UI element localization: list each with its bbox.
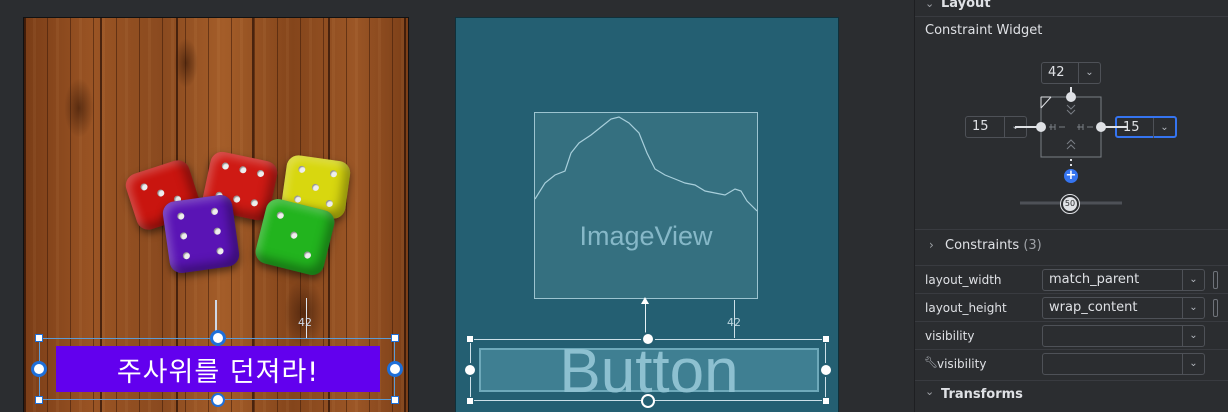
image-placeholder-icon bbox=[534, 116, 758, 212]
transforms-section-title[interactable]: Transforms bbox=[941, 387, 1023, 402]
chevron-down-icon[interactable]: ⌄ bbox=[1182, 326, 1204, 346]
top-anchor[interactable] bbox=[210, 330, 226, 346]
chevron-down-icon[interactable]: ⌄ bbox=[1078, 63, 1100, 83]
property-row-visibility: visibility ⌄ bbox=[915, 321, 1228, 349]
right-anchor[interactable] bbox=[387, 361, 403, 377]
bias-slider-thumb[interactable]: 50 bbox=[1060, 194, 1080, 214]
property-label: layout_width bbox=[925, 273, 1002, 287]
resource-picker-button[interactable] bbox=[1213, 271, 1218, 289]
wrench-icon: 🔧︎ bbox=[924, 356, 938, 369]
resize-handle-bl[interactable] bbox=[35, 396, 43, 404]
top-anchor[interactable] bbox=[641, 332, 655, 346]
constraint-widget-diagram bbox=[1015, 87, 1127, 205]
resize-handle-tr[interactable] bbox=[391, 334, 399, 342]
divider bbox=[915, 380, 1228, 381]
constraints-label: Constraints bbox=[945, 238, 1020, 253]
arrow-up-icon bbox=[641, 297, 649, 304]
margin-label: 42 bbox=[727, 316, 741, 329]
selected-button-frame[interactable]: 주사위를 던져라! bbox=[31, 330, 403, 407]
property-label: layout_height bbox=[925, 301, 1007, 315]
property-row-tools-visibility: 🔧︎ visibility ⌄ bbox=[915, 349, 1228, 377]
tools-visibility-combo[interactable]: ⌄ bbox=[1042, 353, 1205, 375]
property-row-layout-width: layout_width match_parent ⌄ bbox=[915, 265, 1228, 293]
wood-knot bbox=[64, 78, 94, 138]
property-row-layout-height: layout_height wrap_content ⌄ bbox=[915, 293, 1228, 321]
chevron-down-icon[interactable]: ⌄ bbox=[1182, 298, 1204, 318]
blueprint-button-frame[interactable]: Button bbox=[463, 332, 833, 408]
resize-handle-tl[interactable] bbox=[35, 334, 43, 342]
imageview-label: ImageView bbox=[579, 221, 713, 251]
design-surface[interactable]: 42 주사위를 던져라! bbox=[23, 17, 409, 412]
chevron-down-icon[interactable]: ⌄ bbox=[925, 0, 934, 10]
resize-handle-br[interactable] bbox=[822, 397, 830, 405]
chevron-down-icon[interactable]: ⌄ bbox=[1153, 118, 1175, 138]
blueprint-button[interactable]: Button bbox=[479, 337, 819, 406]
left-anchor[interactable] bbox=[463, 363, 477, 377]
chevron-down-icon[interactable]: ⌄ bbox=[925, 385, 934, 398]
constraints-section-title[interactable]: Constraints (3) bbox=[945, 238, 1042, 253]
resize-handle-bl[interactable] bbox=[466, 397, 474, 405]
resize-handle-br[interactable] bbox=[391, 396, 399, 404]
bottom-anchor[interactable] bbox=[641, 394, 655, 408]
layout-height-combo[interactable]: wrap_content ⌄ bbox=[1042, 297, 1205, 319]
chevron-down-icon[interactable]: ⌄ bbox=[1182, 354, 1204, 374]
visibility-combo[interactable]: ⌄ bbox=[1042, 325, 1205, 347]
constraints-count: (3) bbox=[1023, 238, 1042, 253]
top-margin-combo[interactable]: 42 ⌄ bbox=[1041, 62, 1101, 84]
roll-dice-button[interactable]: 주사위를 던져라! bbox=[56, 346, 380, 392]
chevron-down-icon[interactable]: ⌄ bbox=[1182, 270, 1204, 290]
margin-label: 42 bbox=[298, 316, 312, 329]
purple-die bbox=[161, 193, 241, 275]
divider bbox=[915, 229, 1228, 230]
layout-editor-canvas: 42 주사위를 던져라! ImageView 42 Button bbox=[0, 0, 914, 412]
bottom-anchor[interactable] bbox=[211, 393, 225, 407]
left-margin-value: 15 bbox=[972, 119, 989, 134]
chevron-right-icon[interactable]: › bbox=[929, 238, 934, 252]
resize-handle-tr[interactable] bbox=[822, 335, 830, 343]
add-constraint-icon[interactable]: + bbox=[1064, 169, 1078, 183]
constraint-widget-title: Constraint Widget bbox=[925, 23, 1043, 38]
property-label: visibility bbox=[925, 329, 975, 343]
resource-picker-button[interactable] bbox=[1213, 299, 1218, 317]
layout-section-title[interactable]: Layout bbox=[941, 0, 991, 11]
divider bbox=[915, 16, 1228, 17]
property-value: match_parent bbox=[1049, 272, 1140, 287]
wood-knot bbox=[174, 38, 198, 88]
attributes-panel: ⌄ Layout Constraint Widget 42 ⌄ 15 ⌄ 15 … bbox=[914, 0, 1228, 412]
property-label: visibility bbox=[937, 357, 987, 371]
right-anchor[interactable] bbox=[819, 363, 833, 377]
imageview-placeholder[interactable]: ImageView bbox=[534, 112, 758, 299]
blueprint-surface[interactable]: ImageView 42 Button bbox=[455, 17, 839, 412]
top-margin-value: 42 bbox=[1048, 65, 1065, 80]
resize-handle-tl[interactable] bbox=[466, 335, 474, 343]
property-value: wrap_content bbox=[1049, 300, 1138, 315]
layout-width-combo[interactable]: match_parent ⌄ bbox=[1042, 269, 1205, 291]
dice-image[interactable] bbox=[122, 148, 354, 278]
left-anchor[interactable] bbox=[31, 361, 47, 377]
